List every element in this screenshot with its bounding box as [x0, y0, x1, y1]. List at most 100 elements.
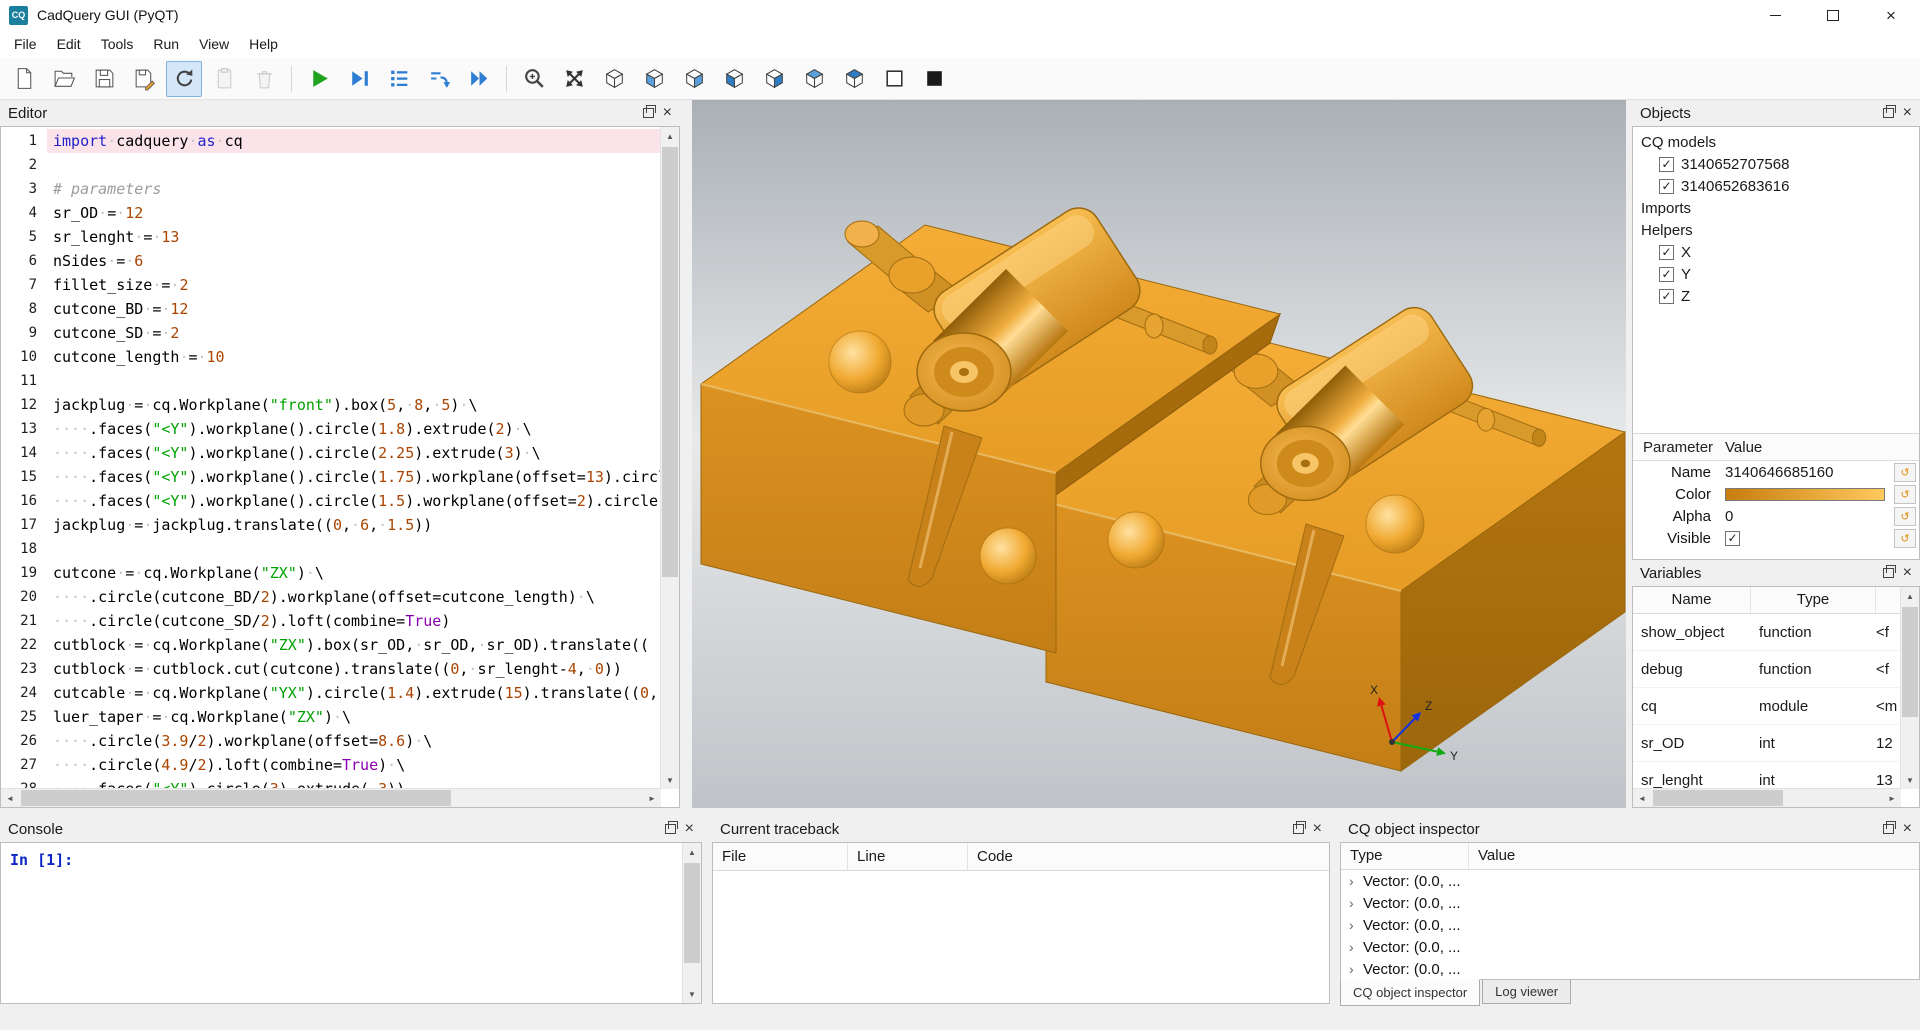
scroll-right-icon[interactable]: ►	[643, 789, 661, 807]
scroll-down-icon[interactable]: ▼	[683, 985, 701, 1003]
menu-file[interactable]: File	[4, 30, 47, 58]
debug-run-button[interactable]	[341, 61, 377, 97]
code-line[interactable]: ····.faces("<Y").workplane().circle(2.25…	[47, 441, 661, 465]
copy-button[interactable]	[206, 61, 242, 97]
scroll-left-icon[interactable]: ◄	[1, 789, 19, 807]
code-line[interactable]: ····.circle(3.9/2).workplane(offset=8.6)…	[47, 729, 661, 753]
debug-continue-button[interactable]	[461, 61, 497, 97]
inspector-row[interactable]: ›Vector: (0.0, ...	[1341, 870, 1919, 892]
variables-float-icon[interactable]	[1883, 568, 1894, 578]
reload-script-button[interactable]	[166, 61, 202, 97]
variable-row[interactable]: debugfunction<f	[1633, 651, 1901, 688]
code-line[interactable]: cutcone_SD·=·2	[47, 321, 661, 345]
traceback-close-icon[interactable]: ×	[1313, 822, 1322, 836]
variables-vscroll-thumb[interactable]	[1902, 607, 1918, 717]
maximize-button[interactable]	[1804, 0, 1862, 30]
open-file-button[interactable]	[46, 61, 82, 97]
code-line[interactable]: cutcone_BD·=·12	[47, 297, 661, 321]
menu-run[interactable]: Run	[143, 30, 189, 58]
traceback-float-icon[interactable]	[1293, 824, 1304, 834]
reset-parameter-button[interactable]: ↺	[1894, 529, 1916, 548]
scroll-up-icon[interactable]: ▲	[661, 127, 679, 145]
code-line[interactable]: # parameters	[47, 177, 661, 201]
editor-vscroll-thumb[interactable]	[662, 147, 678, 577]
delete-button[interactable]	[246, 61, 282, 97]
parameter-value[interactable]: 3140646685160	[1719, 464, 1894, 481]
code-line[interactable]: luer_taper·=·cq.Workplane("ZX")·\	[47, 705, 661, 729]
tab-cq-object-inspector[interactable]: CQ object inspector	[1340, 979, 1480, 1006]
new-file-button[interactable]	[6, 61, 42, 97]
variables-close-icon[interactable]: ×	[1903, 566, 1912, 580]
code-line[interactable]: cutblock·=·cutblock.cut(cutcone).transla…	[47, 657, 661, 681]
close-button[interactable]: ×	[1862, 0, 1920, 30]
editor-code-area[interactable]: import·cadquery·as·cq # parameterssr_OD·=…	[47, 127, 661, 789]
code-line[interactable]	[47, 537, 661, 561]
editor-hscrollbar[interactable]: ◄ ►	[1, 788, 661, 807]
console-vscroll-thumb[interactable]	[684, 863, 700, 963]
view-iso-button[interactable]	[596, 61, 632, 97]
view-front-button[interactable]	[636, 61, 672, 97]
variables-hscroll-thumb[interactable]	[1653, 790, 1783, 806]
cad-model-canvas[interactable]: X Z Y	[692, 100, 1626, 808]
view-bottom-button[interactable]	[836, 61, 872, 97]
console-body[interactable]: In [1]: ▲ ▼	[0, 842, 702, 1004]
variable-row[interactable]: show_objectfunction<f	[1633, 614, 1901, 651]
menu-edit[interactable]: Edit	[47, 30, 91, 58]
inspector-row[interactable]: ›Vector: (0.0, ...	[1341, 958, 1919, 980]
menu-help[interactable]: Help	[239, 30, 288, 58]
code-line[interactable]: import·cadquery·as·cq	[47, 129, 661, 153]
code-line[interactable]: cutcone_length·=·10	[47, 345, 661, 369]
editor-body[interactable]: 1234567891011121314151617181920212223242…	[0, 126, 680, 808]
checkbox[interactable]: ✓	[1659, 289, 1674, 304]
console-float-icon[interactable]	[665, 824, 676, 834]
minimize-button[interactable]	[1746, 0, 1804, 30]
variable-row[interactable]: cqmodule<m	[1633, 688, 1901, 725]
code-line[interactable]	[47, 153, 661, 177]
chevron-right-icon[interactable]: ›	[1349, 939, 1363, 955]
checkbox[interactable]: ✓	[1659, 157, 1674, 172]
variables-hscrollbar[interactable]: ◄ ►	[1633, 788, 1901, 807]
view-right-button[interactable]	[756, 61, 792, 97]
code-line[interactable]: jackplug·=·jackplug.translate((0,·6,·1.5…	[47, 513, 661, 537]
code-line[interactable]: sr_OD·=·12	[47, 201, 661, 225]
parameter-value[interactable]	[1719, 488, 1894, 501]
debug-step-button[interactable]	[421, 61, 457, 97]
display-wireframe-button[interactable]	[876, 61, 912, 97]
checkbox[interactable]: ✓	[1659, 245, 1674, 260]
save-as-button[interactable]	[126, 61, 162, 97]
viewport-3d[interactable]: X Z Y	[692, 100, 1626, 808]
tree-item[interactable]: ✓3140652707568	[1633, 153, 1919, 175]
scroll-left-icon[interactable]: ◄	[1633, 789, 1651, 807]
fit-view-button[interactable]	[556, 61, 592, 97]
checkbox[interactable]: ✓	[1659, 179, 1674, 194]
code-line[interactable]: ····.circle(cutcone_SD/2).loft(combine=T…	[47, 609, 661, 633]
color-swatch[interactable]	[1725, 488, 1885, 501]
objects-float-icon[interactable]	[1883, 108, 1894, 118]
display-shaded-button[interactable]	[916, 61, 952, 97]
objects-close-icon[interactable]: ×	[1903, 106, 1912, 120]
reset-parameter-button[interactable]: ↺	[1894, 463, 1916, 482]
scroll-up-icon[interactable]: ▲	[1901, 587, 1919, 605]
tree-item[interactable]: ✓Y	[1633, 263, 1919, 285]
chevron-right-icon[interactable]: ›	[1349, 917, 1363, 933]
chevron-right-icon[interactable]: ›	[1349, 873, 1363, 889]
save-button[interactable]	[86, 61, 122, 97]
code-line[interactable]: fillet_size·=·2	[47, 273, 661, 297]
inspector-float-icon[interactable]	[1883, 824, 1894, 834]
variable-row[interactable]: sr_ODint12	[1633, 725, 1901, 762]
code-line[interactable]: ····.circle(4.9/2).loft(combine=True)·\	[47, 753, 661, 777]
code-line[interactable]: cutblock·=·cq.Workplane("ZX").box(sr_OD,…	[47, 633, 661, 657]
view-back-button[interactable]	[676, 61, 712, 97]
chevron-right-icon[interactable]: ›	[1349, 961, 1363, 977]
inspector-row[interactable]: ›Vector: (0.0, ...	[1341, 914, 1919, 936]
menu-view[interactable]: View	[189, 30, 239, 58]
reset-parameter-button[interactable]: ↺	[1894, 485, 1916, 504]
code-line[interactable]: ····.faces("<Y").workplane().circle(1.5)…	[47, 489, 661, 513]
tree-item[interactable]: ✓3140652683616	[1633, 175, 1919, 197]
tree-group-cq-models[interactable]: CQ models	[1633, 131, 1919, 153]
run-script-button[interactable]	[301, 61, 337, 97]
chevron-right-icon[interactable]: ›	[1349, 895, 1363, 911]
tree-item[interactable]: ✓X	[1633, 241, 1919, 263]
code-line[interactable]: jackplug·=·cq.Workplane("front").box(5,·…	[47, 393, 661, 417]
tree-item[interactable]: ✓Z	[1633, 285, 1919, 307]
